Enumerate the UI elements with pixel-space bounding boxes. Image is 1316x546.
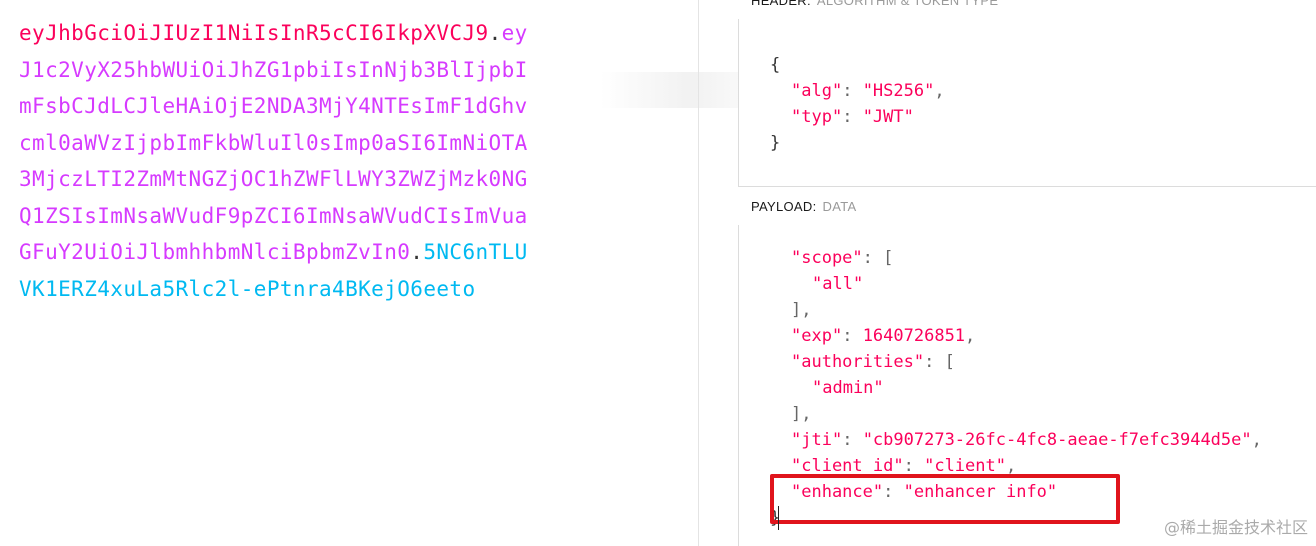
json-line: "typ": "JWT" bbox=[791, 107, 914, 127]
json-line: } bbox=[770, 133, 781, 153]
decoded-panel: HEADER: ALGORITHM & TOKEN TYPE { "alg": "H… bbox=[738, 0, 1316, 546]
payload-label: PAYLOAD: bbox=[751, 199, 817, 214]
json-line: "all" bbox=[812, 274, 864, 294]
token-payload-segment: GFuY2UiOiJlbmhhbmNlciBpbmZvIn0 bbox=[19, 240, 411, 264]
highlight-annotation bbox=[770, 474, 1120, 524]
token-payload-segment: Q1ZSIsImNsaWVudF9pZCI6ImNsaWVudCIsImVua bbox=[19, 203, 528, 228]
token-sig-segment: 5NC6nTLU bbox=[423, 240, 528, 264]
token-payload-segment: cml0aWVzIjpbImFkbWluIl0sImp0aSI6ImNiOTA bbox=[19, 130, 528, 155]
encoded-token-line: 3MjczLTI2ZmMtNGZjOC1hZWFlLWY3ZWZjMzk0NG bbox=[19, 166, 528, 192]
encoded-token-line: cml0aWVzIjpbImFkbWluIl0sImp0aSI6ImNiOTA bbox=[19, 130, 528, 156]
json-line: "alg": "HS256", bbox=[791, 81, 945, 101]
header-section-title: HEADER: ALGORITHM & TOKEN TYPE bbox=[738, 0, 1316, 20]
encoded-token-line: GFuY2UiOiJlbmhhbmNlciBpbmZvIn0.5NC6nTLU bbox=[19, 239, 528, 265]
encoded-token-line: Q1ZSIsImNsaWVudF9pZCI6ImNsaWVudCIsImVua bbox=[19, 203, 528, 229]
text-cursor bbox=[778, 506, 779, 530]
encoded-token-line: eyJhbGciOiJIUzI1NiIsInR5cCI6IkpXVCJ9.ey bbox=[19, 20, 528, 46]
encoded-token-panel[interactable]: eyJhbGciOiJIUzI1NiIsInR5cCI6IkpXVCJ9.ey J… bbox=[0, 0, 698, 546]
encoded-token-line: VK1ERZ4xuLa5Rlc2l-ePtnra4BKejO6eeto bbox=[19, 276, 476, 302]
panel-divider bbox=[698, 0, 699, 546]
token-payload-segment: 3MjczLTI2ZmMtNGZjOC1hZWFlLWY3ZWZjMzk0NG bbox=[19, 167, 528, 191]
json-line: "exp": 1640726851, bbox=[791, 326, 976, 346]
header-sub-label: ALGORITHM & TOKEN TYPE bbox=[816, 0, 999, 8]
token-payload-segment: J1c2VyX25hbWUiOiJhZG1pbiIsInNjb3BlIjpbI bbox=[19, 57, 528, 82]
encoded-token-line: mFsbCJdLCJleHAiOjE2NDA3MjY4NTEsImF1dGhv bbox=[19, 93, 528, 119]
header-json-editor[interactable]: { "alg": "HS256", "typ": "JWT"} bbox=[738, 19, 1316, 186]
json-line: "jti": "cb907273-26fc-4fc8-aeae-f7efc394… bbox=[791, 430, 1262, 450]
token-dot-segment: . bbox=[410, 240, 424, 264]
json-line: ], bbox=[791, 300, 812, 320]
payload-section-title: PAYLOAD: DATA bbox=[738, 186, 1316, 226]
token-sig-segment: VK1ERZ4xuLa5Rlc2l-ePtnra4BKejO6eeto bbox=[19, 276, 476, 301]
token-header-segment: eyJhbGciOiJIUzI1NiIsInR5cCI6IkpXVCJ9 bbox=[19, 21, 489, 45]
encoded-token-line: J1c2VyX25hbWUiOiJhZG1pbiIsInNjb3BlIjpbI bbox=[19, 57, 528, 83]
json-line: "admin" bbox=[812, 378, 884, 398]
watermark: @稀土掘金技术社区 bbox=[1163, 518, 1308, 537]
payload-sub-label: DATA bbox=[822, 199, 857, 214]
token-payload-segment: ey bbox=[501, 21, 528, 45]
token-dot-segment: . bbox=[488, 21, 502, 45]
header-label: HEADER: bbox=[751, 0, 811, 8]
token-payload-segment: mFsbCJdLCJleHAiOjE2NDA3MjY4NTEsImF1dGhv bbox=[19, 94, 528, 118]
json-line: "scope": [ bbox=[791, 248, 894, 268]
json-line: { bbox=[770, 55, 781, 75]
json-line: "authorities": [ bbox=[791, 352, 955, 372]
json-line: ], bbox=[791, 404, 812, 424]
